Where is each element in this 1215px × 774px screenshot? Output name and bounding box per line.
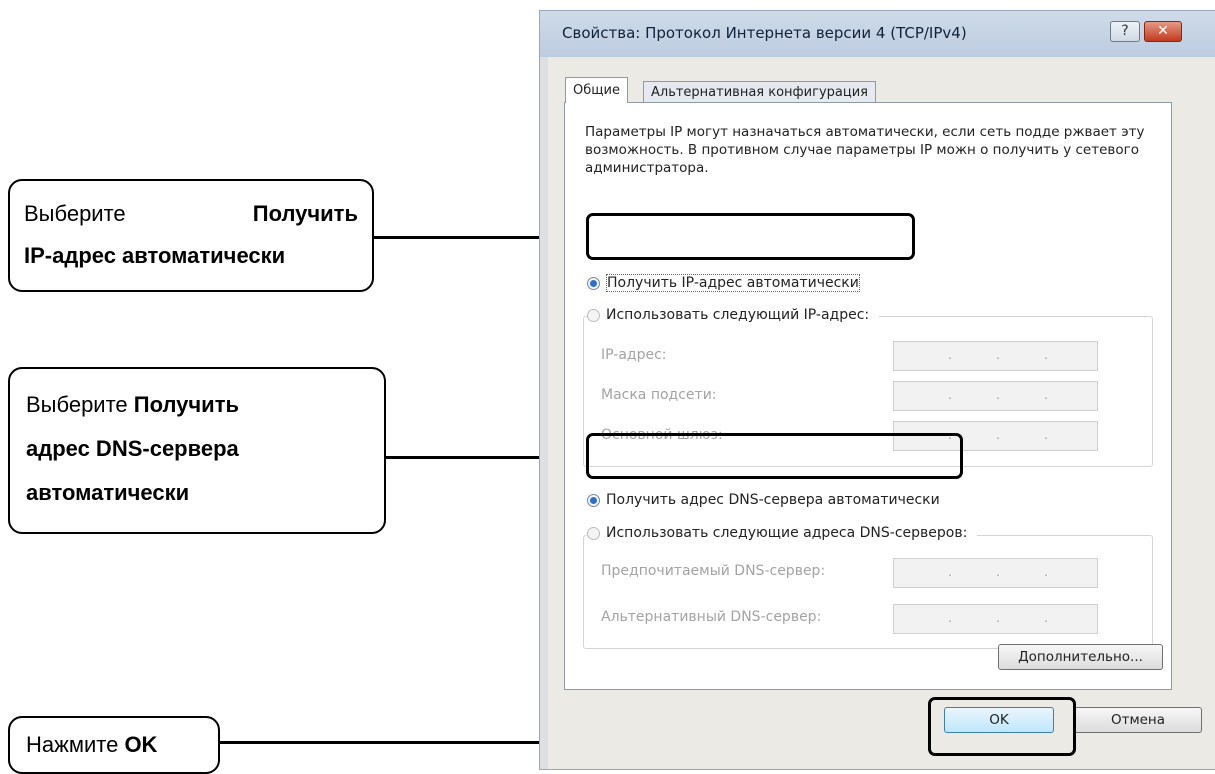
- radio-ip-manual-label: Использовать следующий IP-адрес:: [606, 307, 870, 323]
- radio-dns-manual-icon: [587, 526, 600, 540]
- subnet-mask-label: Маска подсети:: [601, 387, 717, 403]
- tab-general[interactable]: Общие: [565, 77, 628, 103]
- radio-dns-auto-icon: [587, 493, 600, 507]
- callout-dns-word2: Получить: [133, 392, 240, 417]
- tcpip-properties-dialog: Свойства: Протокол Интернета версии 4 (T…: [539, 10, 1215, 770]
- callout-ok: Нажмите OK: [8, 716, 220, 774]
- dialog-client-area: Общие Альтернативная конфигурация Параме…: [548, 57, 1215, 769]
- radio-ip-auto-icon: [587, 276, 600, 290]
- callout-dns-line3: автоматически: [26, 480, 190, 505]
- radio-dns-manual-label: Использовать следующие адреса DNS-сервер…: [606, 525, 968, 541]
- highlight-ok: [928, 697, 1076, 756]
- preferred-dns-input[interactable]: ...: [893, 558, 1098, 588]
- alternate-dns-input[interactable]: ...: [893, 604, 1098, 634]
- highlight-ip-auto: [586, 213, 915, 260]
- radio-ip-auto[interactable]: Получить IP-адрес автоматически: [587, 274, 860, 292]
- callout-ip-line2: IP-адрес автоматически: [24, 243, 286, 268]
- tab-alternate-config[interactable]: Альтернативная конфигурация: [643, 81, 876, 103]
- radio-ip-manual-icon: [587, 308, 600, 322]
- callout-ip-word2: Получить: [252, 201, 358, 226]
- radio-ip-manual[interactable]: Использовать следующий IP-адрес:: [587, 307, 880, 323]
- help-button[interactable]: ?: [1110, 21, 1140, 42]
- general-tab-panel: Параметры IP могут назначаться автоматич…: [564, 102, 1172, 690]
- preferred-dns-label: Предпочитаемый DNS-сервер:: [601, 563, 826, 579]
- close-button[interactable]: ✕: [1144, 21, 1182, 42]
- radio-dns-manual[interactable]: Использовать следующие адреса DNS-сервер…: [587, 525, 978, 541]
- title-bar[interactable]: Свойства: Протокол Интернета версии 4 (T…: [540, 11, 1215, 57]
- subnet-mask-input[interactable]: ...: [893, 381, 1098, 411]
- ip-address-input[interactable]: ...: [893, 341, 1098, 371]
- callout-dns-auto: Выберите Получить адрес DNS-сервера авто…: [8, 367, 386, 534]
- dialog-title: Свойства: Протокол Интернета версии 4 (T…: [562, 24, 967, 42]
- advanced-button[interactable]: Дополнительно...: [998, 644, 1163, 670]
- ip-address-label: IP-адрес:: [601, 347, 667, 363]
- cancel-button[interactable]: Отмена: [1074, 707, 1202, 733]
- callout-ip-word1: Выберите: [24, 201, 126, 226]
- radio-ip-auto-label: Получить IP-адрес автоматически: [606, 274, 860, 292]
- alternate-dns-label: Альтернативный DNS-сервер:: [601, 609, 822, 625]
- radio-dns-auto-label: Получить адрес DNS-сервера автоматически: [606, 492, 940, 508]
- callout-dns-word1: Выберите: [26, 392, 134, 417]
- radio-dns-auto[interactable]: Получить адрес DNS-сервера автоматически: [587, 492, 940, 508]
- description-text: Параметры IP могут назначаться автоматич…: [585, 124, 1145, 176]
- highlight-dns-auto: [586, 433, 963, 479]
- callout-ok-word2: OK: [124, 732, 158, 757]
- callout-dns-line2: адрес DNS-сервера: [26, 436, 239, 461]
- callout-ip-auto: Выберите Получить IP-адрес автоматически: [8, 179, 374, 292]
- callout-ok-word1: Нажмите: [26, 732, 125, 757]
